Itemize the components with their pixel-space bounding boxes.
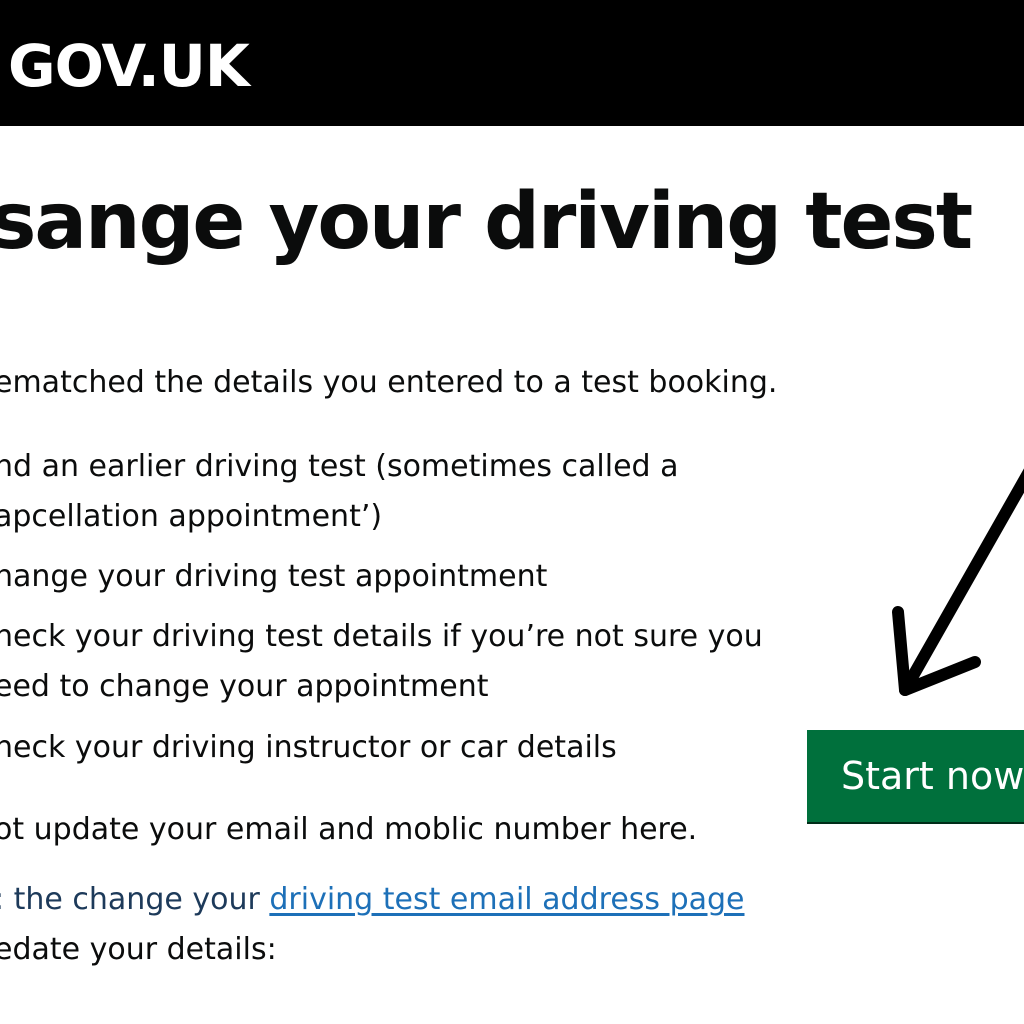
page: GOV.UK sange your driving test ematched … [0,0,1024,1024]
email-instruction: : the change your driving test email add… [0,880,745,920]
list-item: eed to change your appointment [0,669,489,704]
update-note: ot update your email and moblic number h… [0,812,698,847]
list-item: apcellation appointment’) [0,499,383,534]
email-instruction-end: edate your details: [0,932,277,967]
list-item: neck your driving test details if you’re… [0,619,763,654]
govuk-logo[interactable]: GOV.UK [8,30,250,102]
list-item: hange your driving test appointment [0,559,548,594]
email-address-link[interactable]: driving test email address page [269,882,744,917]
list-item: nd an earlier driving test (sometimes ca… [0,449,679,484]
site-header: GOV.UK [0,0,1024,126]
list-item: neck your driving instructor or car deta… [0,730,617,765]
page-title: sange your driving test [0,177,973,267]
intro-text: ematched the details you entered to a te… [0,365,778,400]
arrow-shaft [899,468,1024,696]
email-instruction-prefix: : the change your [0,882,270,917]
arrow-head [892,606,981,696]
start-now-button[interactable]: Start now [807,730,1024,822]
